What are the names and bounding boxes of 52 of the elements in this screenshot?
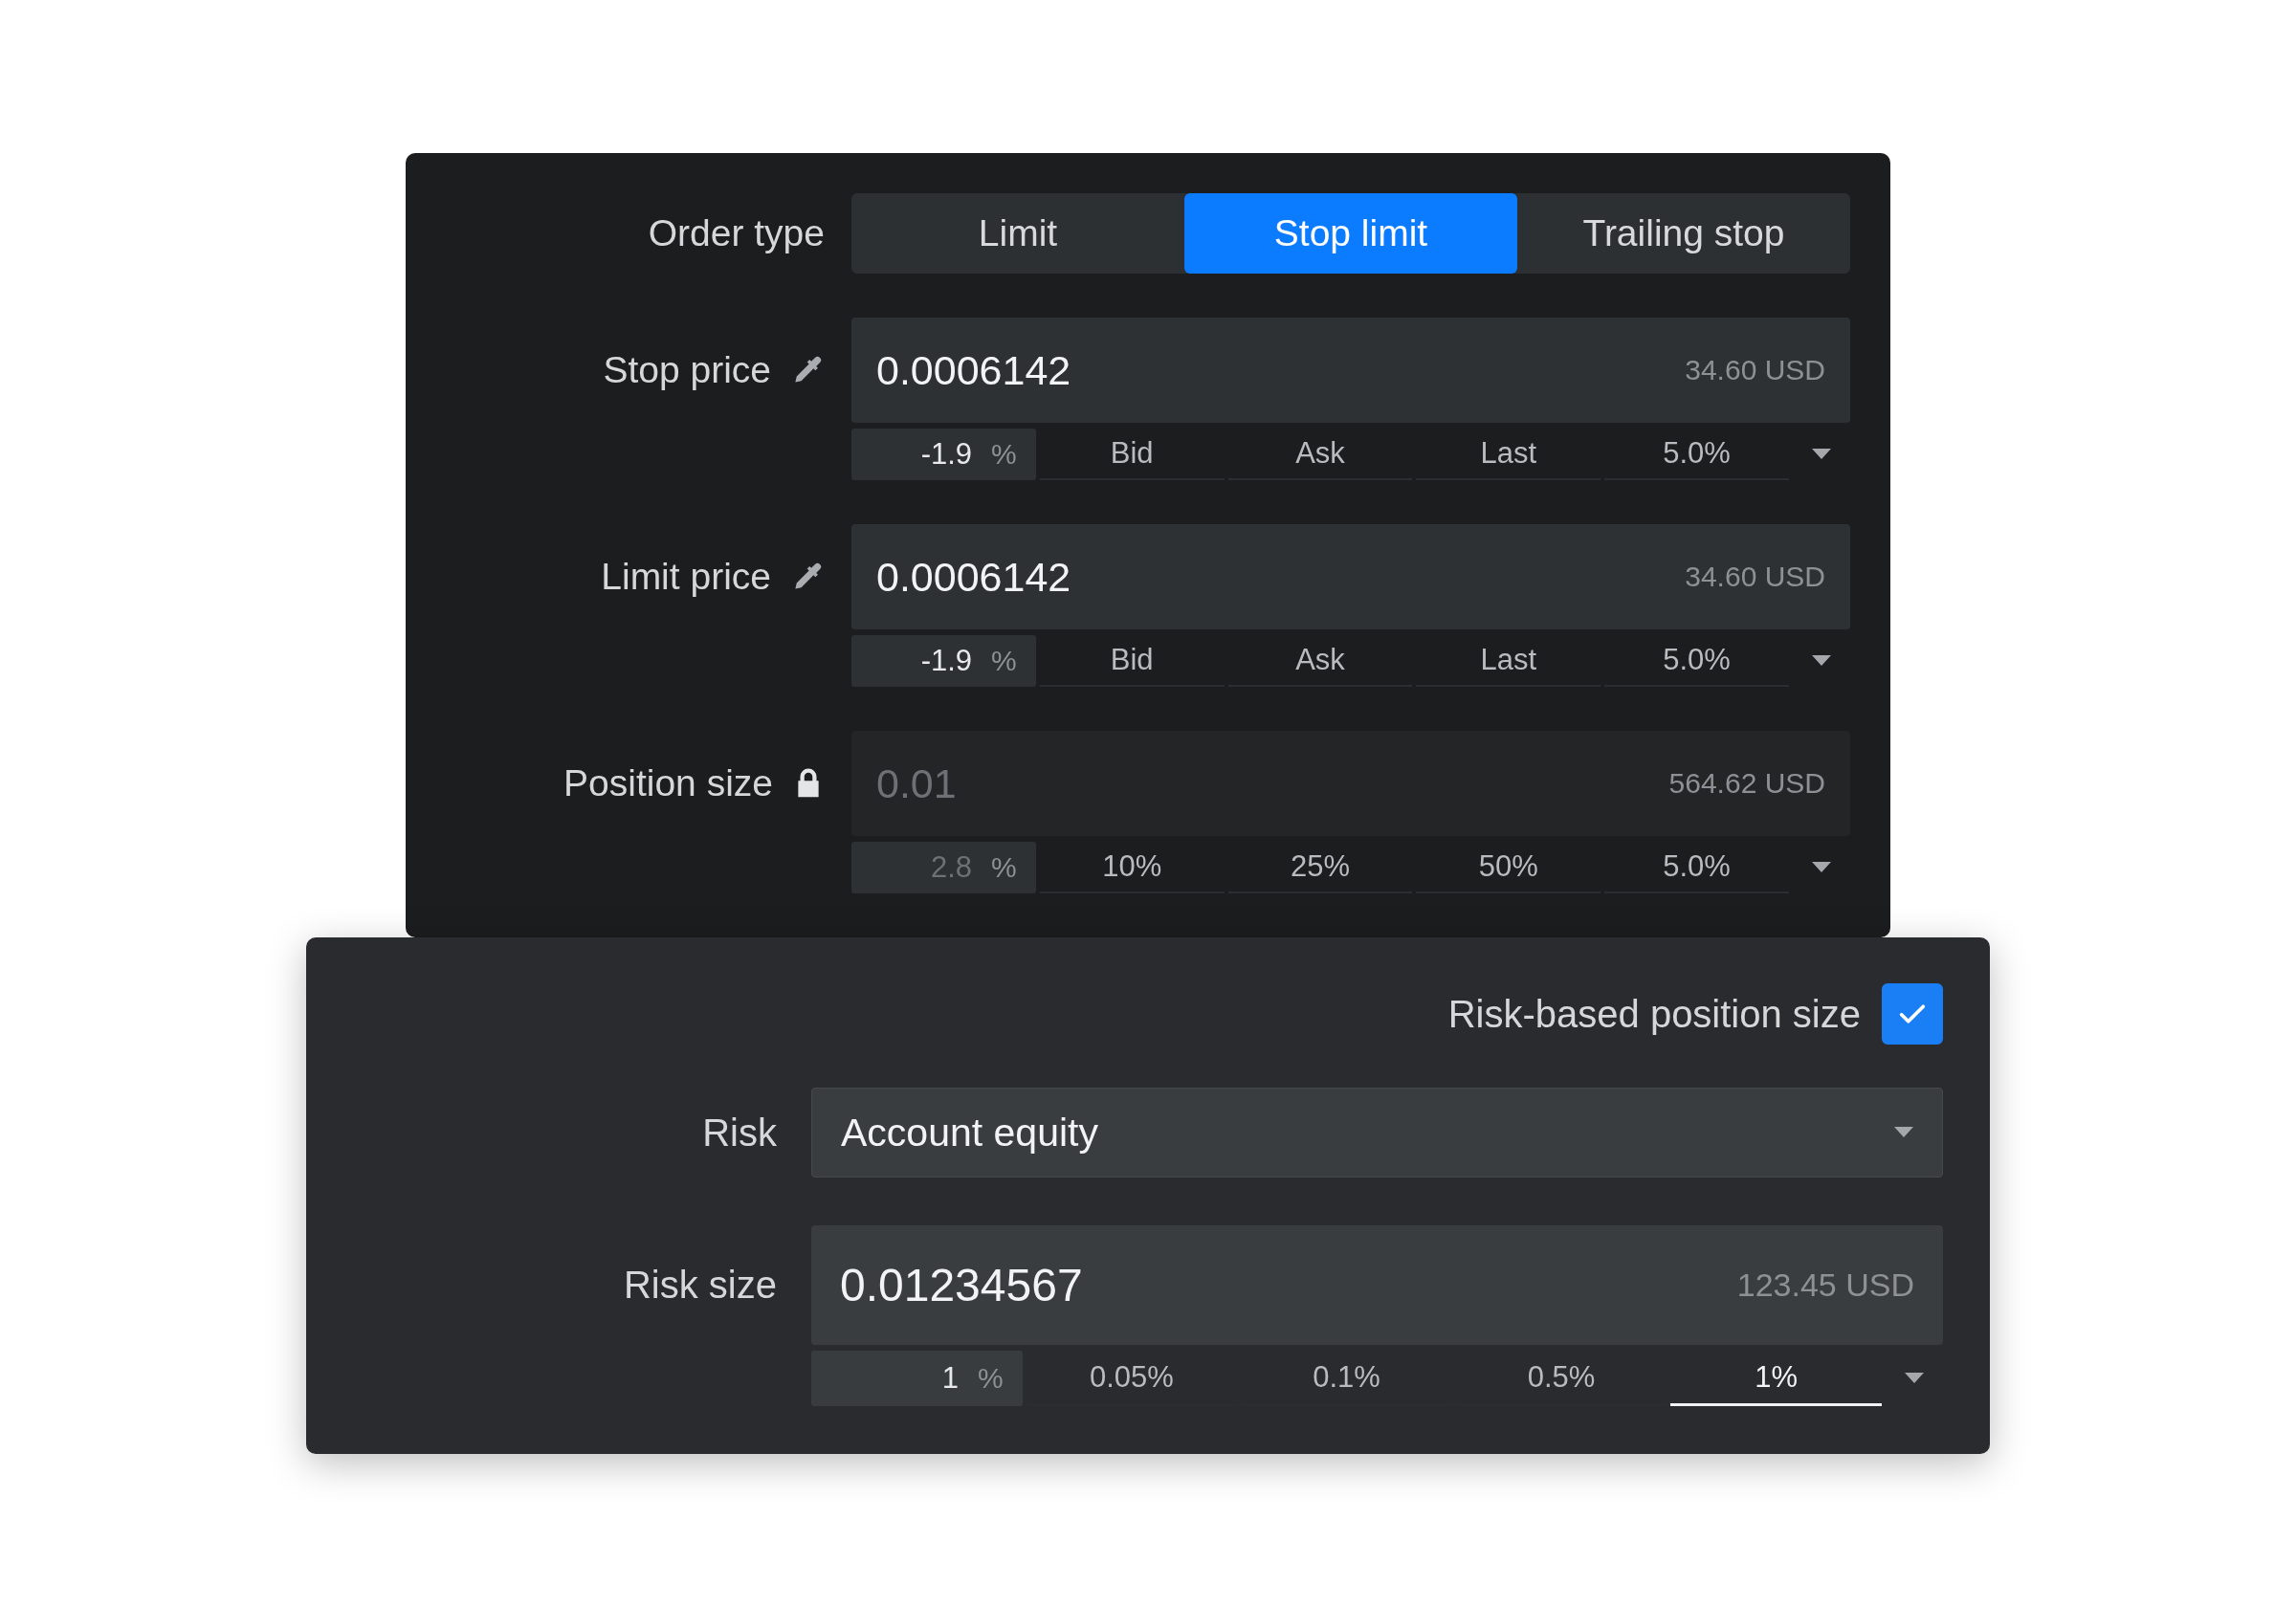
dropdown-caret-icon bbox=[1812, 862, 1831, 873]
checkbox[interactable] bbox=[1882, 983, 1943, 1045]
quick-option[interactable]: 5.0% bbox=[1604, 635, 1789, 687]
converted-value: 564.62 USD bbox=[1668, 767, 1825, 800]
quick-option[interactable]: 0.5% bbox=[1455, 1351, 1667, 1406]
field-label: Stop price bbox=[603, 349, 771, 391]
quick-option[interactable]: Ask bbox=[1227, 635, 1413, 687]
price-field[interactable]: 0.0006142 34.60 USD bbox=[851, 524, 1850, 629]
quick-option[interactable]: Ask bbox=[1227, 429, 1413, 480]
quick-option[interactable]: Bid bbox=[1039, 635, 1225, 687]
quick-option[interactable]: Last bbox=[1416, 429, 1601, 480]
checkbox-label: Risk-based position size bbox=[1447, 992, 1861, 1036]
field-label: Risk size bbox=[623, 1264, 777, 1307]
order-type-tab[interactable]: Stop limit bbox=[1184, 193, 1517, 274]
quick-option[interactable]: Last bbox=[1416, 635, 1601, 687]
field-label: Risk bbox=[701, 1110, 777, 1156]
percent-field[interactable]: -1.9 % bbox=[851, 635, 1036, 687]
dropdown-caret-icon bbox=[1894, 1127, 1913, 1138]
quick-option[interactable]: 0.05% bbox=[1026, 1351, 1238, 1406]
order-type-tab[interactable]: Trailing stop bbox=[1517, 193, 1850, 274]
price-field[interactable]: 0.01234567 123.45 USD bbox=[811, 1225, 1943, 1345]
order-type-tab[interactable]: Limit bbox=[851, 193, 1184, 274]
price-field[interactable]: 0.0006142 34.60 USD bbox=[851, 318, 1850, 423]
field-value: 0.0006142 bbox=[876, 553, 1071, 601]
quick-option[interactable]: 1% bbox=[1670, 1351, 1882, 1406]
field-label: Limit price bbox=[601, 556, 771, 598]
converted-value: 123.45 USD bbox=[1736, 1266, 1914, 1304]
percent-field[interactable]: -1.9 % bbox=[851, 429, 1036, 480]
field-label: Position size bbox=[563, 762, 773, 804]
dropdown-caret-icon bbox=[1812, 449, 1831, 460]
percent-unit: % bbox=[991, 645, 1017, 677]
field-label: Order type bbox=[647, 211, 825, 255]
dropdown-caret-icon bbox=[1812, 655, 1831, 667]
percent-unit: % bbox=[991, 438, 1017, 471]
field-value: 0.01234567 bbox=[840, 1259, 1083, 1311]
percent-unit: % bbox=[991, 851, 1017, 884]
quick-option[interactable]: Bid bbox=[1039, 429, 1225, 480]
percent-unit: % bbox=[977, 1362, 1004, 1395]
field-value: 0.0006142 bbox=[876, 346, 1071, 394]
converted-value: 34.60 USD bbox=[1685, 561, 1825, 593]
risk-dropdown[interactable]: Account equity bbox=[811, 1088, 1943, 1178]
quick-option[interactable]: 5.0% bbox=[1604, 429, 1789, 480]
converted-value: 34.60 USD bbox=[1685, 354, 1825, 386]
quick-option[interactable]: 0.1% bbox=[1241, 1351, 1452, 1406]
dropdown-value: Account equity bbox=[841, 1110, 1098, 1156]
percent-value: 2.8 bbox=[931, 850, 973, 885]
percent-field[interactable]: 1 % bbox=[811, 1351, 1023, 1406]
percent-value: 1 bbox=[941, 1361, 959, 1396]
dropdown-caret-icon bbox=[1905, 1373, 1924, 1384]
percent-value: -1.9 bbox=[920, 644, 973, 678]
field-value: 0.01 bbox=[876, 759, 957, 807]
percent-value: -1.9 bbox=[920, 437, 973, 472]
